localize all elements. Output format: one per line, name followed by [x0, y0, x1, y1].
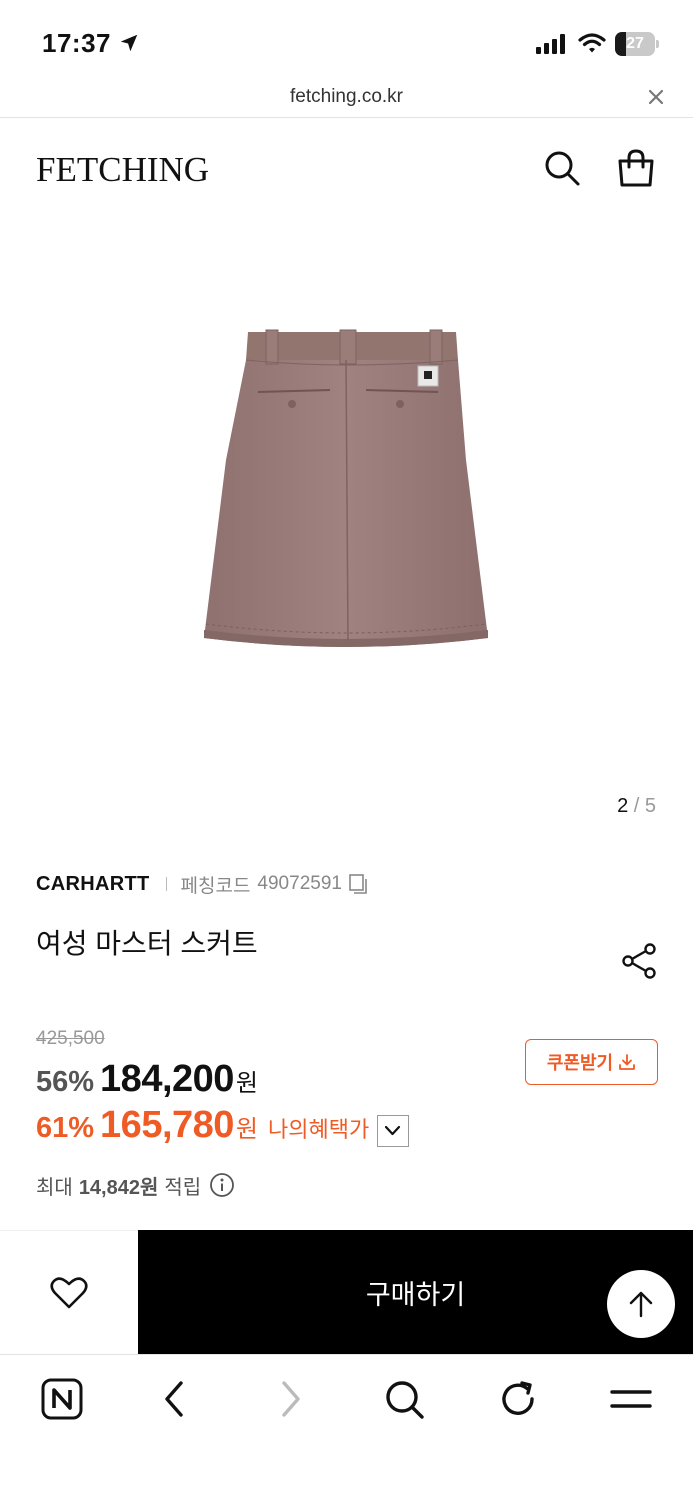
gallery-separator: /: [633, 795, 640, 817]
wifi-icon: [578, 33, 606, 53]
url-bar[interactable]: fetching.co.kr: [0, 80, 693, 118]
buy-button-label: 구매하기: [365, 1279, 466, 1310]
purchase-bar: 구매하기: [0, 1230, 693, 1354]
share-icon[interactable]: [620, 942, 658, 980]
points-value: 14,842원: [78, 1176, 159, 1199]
battery-level: 27: [626, 35, 644, 52]
benefit-toggle-button[interactable]: [377, 1115, 410, 1147]
info-icon[interactable]: [209, 1172, 235, 1198]
my-price: 165,780: [100, 1104, 234, 1146]
original-price: 425,500: [36, 1028, 105, 1049]
my-discount-rate: 61%: [36, 1112, 95, 1144]
product-code: 49072591: [257, 873, 342, 894]
search-icon[interactable]: [542, 148, 582, 188]
back-icon[interactable]: [153, 1377, 197, 1421]
gallery-total: 5: [644, 795, 656, 817]
sale-price: 184,200: [100, 1058, 234, 1100]
chevron-down-icon: [385, 1125, 401, 1136]
my-price-row: 61% 165,780 원 나의혜택가: [36, 1104, 410, 1150]
coupon-button[interactable]: 쿠폰받기: [525, 1039, 658, 1085]
product-name: 여성 마스터 스커트: [36, 928, 258, 959]
url-text: fetching.co.kr: [290, 86, 403, 107]
download-icon: [619, 1054, 636, 1070]
points-suffix: 적립: [164, 1176, 202, 1199]
product-code-label: 페칭코드: [180, 875, 251, 897]
my-price-label: 나의혜택가: [268, 1117, 370, 1142]
close-icon[interactable]: [645, 86, 667, 108]
product-image[interactable]: [0, 220, 693, 780]
heart-icon: [50, 1276, 88, 1308]
site-logo[interactable]: FETCHING: [36, 150, 209, 190]
divider: [165, 877, 167, 891]
status-time: 17:37: [42, 28, 111, 58]
site-header: FETCHING: [0, 120, 693, 220]
gallery-current: 2: [617, 795, 629, 817]
refresh-icon[interactable]: [496, 1377, 540, 1421]
points-row: 최대 14,842원 적립: [36, 1170, 235, 1200]
status-bar: 17:37 27: [0, 0, 693, 80]
points-prefix: 최대: [36, 1176, 73, 1199]
shopping-bag-icon[interactable]: [616, 148, 656, 188]
location-arrow-icon: [120, 34, 138, 52]
arrow-up-icon: [629, 1291, 653, 1318]
discount-rate: 56%: [36, 1066, 95, 1098]
menu-icon[interactable]: [609, 1377, 653, 1421]
skirt-image: [204, 329, 488, 647]
wishlist-button[interactable]: [0, 1230, 138, 1354]
sale-price-row: 56% 184,200 원: [36, 1058, 258, 1102]
currency-unit: 원: [235, 1070, 259, 1097]
signal-icon: [536, 34, 565, 54]
currency-unit: 원: [235, 1116, 259, 1143]
coupon-button-label: 쿠폰받기: [546, 1053, 614, 1073]
naver-icon[interactable]: [40, 1377, 84, 1421]
brand-row: CARHARTT 페칭코드 49072591: [36, 872, 370, 897]
forward-icon[interactable]: [268, 1377, 312, 1421]
search-icon[interactable]: [382, 1377, 426, 1421]
scroll-top-button[interactable]: [607, 1270, 675, 1338]
battery-icon: 27: [615, 32, 659, 56]
browser-toolbar: [0, 1354, 693, 1500]
copy-icon[interactable]: [348, 873, 370, 895]
gallery-pager: 2 / 5: [617, 795, 656, 818]
brand-name[interactable]: CARHARTT: [36, 873, 150, 896]
